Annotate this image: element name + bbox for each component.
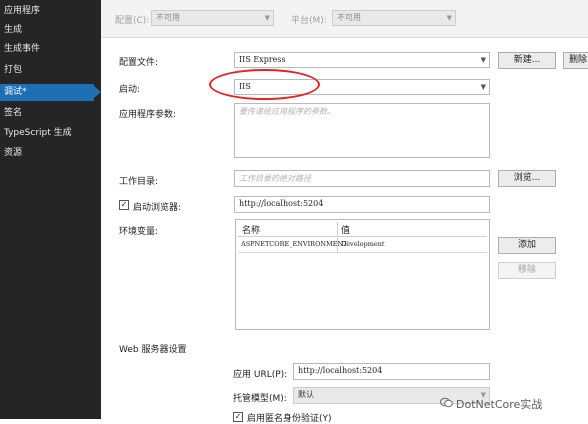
launch-browser-url-input[interactable]: http://localhost:5204 xyxy=(234,196,490,213)
table-row[interactable]: ASPNETCORE_ENVIRONMENT Development xyxy=(238,237,487,253)
platform-select-value: 不可用 xyxy=(337,13,361,22)
sidebar-item-build[interactable]: 生成 xyxy=(0,22,94,39)
sidebar-item-package[interactable]: 打包 xyxy=(0,62,94,79)
working-dir-label: 工作目录: xyxy=(119,177,159,187)
column-divider xyxy=(337,222,338,252)
env-vars-label: 环境变量: xyxy=(119,227,159,237)
wechat-icon xyxy=(440,397,453,408)
remove-env-var-button[interactable]: 移除 xyxy=(498,262,556,279)
sidebar-item-typescript-build[interactable]: TypeScript 生成 xyxy=(0,125,94,142)
profile-select-value: IIS Express xyxy=(239,55,286,64)
sidebar-item-signing[interactable]: 签名 xyxy=(0,105,94,122)
working-dir-input[interactable]: 工作目录的绝对路径 xyxy=(234,170,490,187)
launch-browser-checkbox[interactable]: ✓ xyxy=(119,200,129,210)
add-env-var-button[interactable]: 添加 xyxy=(498,237,556,254)
launch-label: 启动: xyxy=(119,85,141,95)
profile-select[interactable]: IIS Express ▼ xyxy=(234,52,490,68)
config-select[interactable]: 不可用 ▼ xyxy=(151,10,274,26)
sidebar-item-build-events[interactable]: 生成事件 xyxy=(0,41,94,58)
env-var-value: Development xyxy=(341,240,385,248)
launch-select[interactable]: IIS ▼ xyxy=(234,79,490,95)
active-indicator-arrow-icon xyxy=(94,86,101,98)
anonymous-auth-label: 启用匿名身份验证(Y) xyxy=(247,414,332,424)
delete-profile-button[interactable]: 删除 xyxy=(563,52,588,69)
hosting-model-value: 默认 xyxy=(298,390,314,399)
sidebar-item-application[interactable]: 应用程序 xyxy=(0,3,94,20)
app-args-placeholder: 要传递给应用程序的参数。 xyxy=(239,107,335,116)
new-profile-button[interactable]: 新建... xyxy=(498,52,556,69)
app-args-textarea[interactable]: 要传递给应用程序的参数。 xyxy=(234,103,490,158)
launch-browser-url-value: http://localhost:5204 xyxy=(239,199,324,208)
web-server-section-title: Web 服务器设置 xyxy=(119,345,187,355)
platform-select[interactable]: 不可用 ▼ xyxy=(332,10,456,26)
sidebar-item-debug[interactable]: 调试* xyxy=(0,84,94,101)
anonymous-auth-checkbox[interactable]: ✓ xyxy=(233,412,243,422)
chevron-down-icon: ▼ xyxy=(480,83,486,91)
profile-label: 配置文件: xyxy=(119,58,159,68)
column-header-value: 值 xyxy=(341,226,351,236)
app-url-label: 应用 URL(P): xyxy=(233,370,288,380)
env-vars-grid[interactable]: 名称 值 ASPNETCORE_ENVIRONMENT Development xyxy=(235,219,490,330)
env-var-name: ASPNETCORE_ENVIRONMENT xyxy=(241,240,348,248)
sidebar-item-resources[interactable]: 资源 xyxy=(0,145,94,162)
hosting-model-label: 托管模型(M): xyxy=(233,394,287,404)
chevron-down-icon: ▼ xyxy=(446,14,452,22)
chevron-down-icon: ▼ xyxy=(480,56,486,64)
platform-label: 平台(M): xyxy=(291,16,327,26)
browse-button[interactable]: 浏览... xyxy=(498,170,556,187)
app-url-input[interactable]: http://localhost:5204 xyxy=(293,363,490,380)
working-dir-placeholder: 工作目录的绝对路径 xyxy=(239,174,311,183)
launch-select-value: IIS xyxy=(239,82,251,91)
app-args-label: 应用程序参数: xyxy=(119,110,177,120)
config-label: 配置(C): xyxy=(115,16,150,26)
grid-header: 名称 值 xyxy=(238,222,487,237)
app-url-value: http://localhost:5204 xyxy=(298,366,383,375)
chevron-down-icon: ▼ xyxy=(264,14,270,22)
column-header-name: 名称 xyxy=(242,226,261,236)
config-select-value: 不可用 xyxy=(156,13,180,22)
launch-browser-label: 启动浏览器: xyxy=(133,203,182,213)
watermark-text: DotNetCore实战 xyxy=(456,398,543,411)
sidebar: 应用程序 生成 生成事件 打包 调试* 签名 TypeScript 生成 资源 xyxy=(0,0,101,419)
